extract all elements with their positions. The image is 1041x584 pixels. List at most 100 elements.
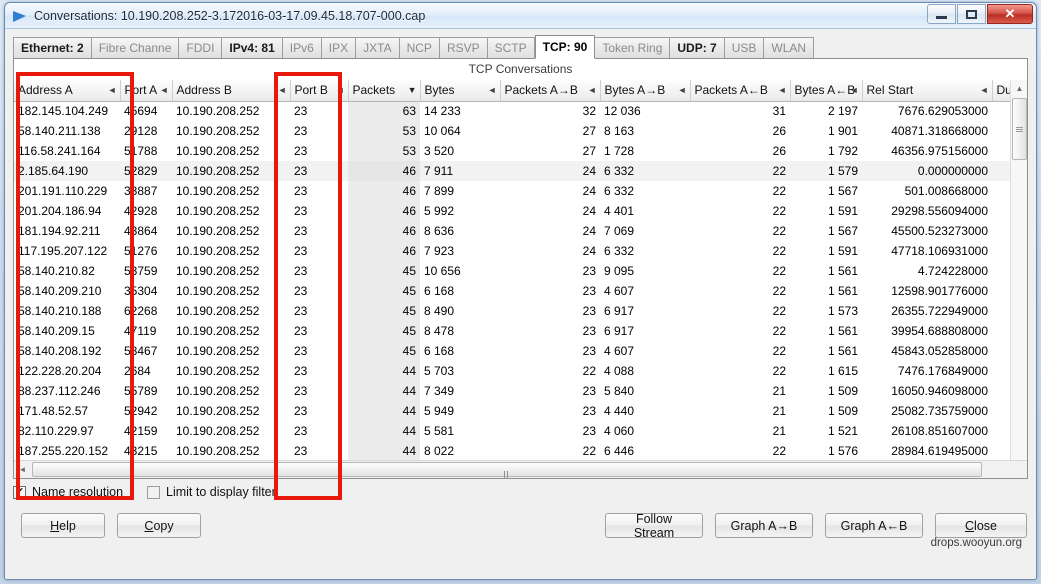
scroll-up-icon[interactable]: ▲ [1011, 80, 1027, 97]
table-horizontal-scrollbar[interactable]: ◄ [14, 460, 1027, 478]
cell-bytes_ba: 1 561 [827, 344, 858, 358]
cell-packets_ba: 26 [772, 124, 786, 138]
table-row[interactable]: 58.140.209.210 35304 10.190.208.252 23 45 6 1… [14, 281, 1027, 301]
cell-packets: 44 [348, 441, 420, 461]
table-row[interactable]: 116.58.241.164 51788 10.190.208.252 23 53 3 5… [14, 141, 1027, 161]
tab-wlan[interactable]: WLAN [764, 37, 815, 58]
cell-rel_start: 12598.901776000 [891, 284, 988, 298]
cell-bytes: 8 478 [424, 324, 455, 338]
column-header-port_b[interactable]: Port B ◄ [290, 80, 349, 102]
tab-usb[interactable]: USB [724, 37, 765, 58]
grid-wrapper: Address A ◄ Port A ◄ Address B ◄ Port B ◄ Packet… [14, 80, 1027, 478]
column-header-bytes_ab[interactable]: Bytes A→B ◄ [600, 80, 691, 102]
column-header-address_a[interactable]: Address A ◄ [14, 80, 121, 102]
vertical-scroll-thumb[interactable] [1012, 98, 1027, 160]
tab-fibre-channe[interactable]: Fibre Channe [91, 37, 180, 58]
cell-port_b: 23 [290, 161, 348, 181]
tab-token-ring[interactable]: Token Ring [595, 37, 671, 58]
graph-a-to-b-button[interactable]: Graph A→B [715, 513, 813, 538]
table-row[interactable]: 117.195.207.122 51276 10.190.208.252 23 46 7 … [14, 241, 1027, 261]
cell-address_a: 117.195.207.122 [18, 244, 108, 258]
table-row[interactable]: 58.140.210.82 53759 10.190.208.252 23 45 10 6… [14, 261, 1027, 281]
tab-ipv4-81[interactable]: IPv4: 81 [222, 37, 283, 58]
checkbox-box-unchecked[interactable] [147, 485, 161, 499]
table-row[interactable]: 182.145.104.249 45694 10.190.208.252 23 63 14… [14, 101, 1027, 121]
table-row[interactable]: 58.140.210.188 62268 10.190.208.252 23 45 8 4… [14, 301, 1027, 321]
column-header-packets_ab[interactable]: Packets A→B ◄ [500, 80, 601, 102]
sort-ascending-icon: ◄ [277, 85, 287, 96]
table-row[interactable]: 58.140.209.15 47119 10.190.208.252 23 45 8 47… [14, 321, 1027, 341]
cell-packets_ab: 23 [582, 384, 596, 398]
name-resolution-label: Name resolution [32, 485, 124, 499]
cell-port_b: 23 [294, 304, 308, 318]
scroll-left-icon[interactable]: ◄ [14, 461, 31, 478]
minimize-button[interactable] [927, 4, 956, 24]
column-header-port_a[interactable]: Port A ◄ [120, 80, 173, 102]
cell-address_b: 10.190.208.252 [176, 244, 260, 258]
close-dialog-button[interactable]: Close [935, 513, 1027, 538]
column-header-label: Bytes A←B [794, 83, 856, 98]
conversations-panel: TCP Conversations Address A ◄ Port A ◄ Addre… [13, 59, 1028, 479]
cell-address_b: 10.190.208.252 [176, 324, 260, 338]
column-header-rel_start[interactable]: Rel Start ◄ [862, 80, 993, 102]
cell-rel_start: 4.724228000 [917, 264, 988, 278]
tab-tcp-90[interactable]: TCP: 90 [534, 35, 596, 59]
column-header-packets_ba[interactable]: Packets A←B ◄ [690, 80, 791, 102]
cell-port_a: 47119 [124, 324, 157, 338]
tab-ncp[interactable]: NCP [399, 37, 440, 58]
tab-jxta[interactable]: JXTA [356, 37, 400, 58]
table-row[interactable]: 201.204.186.94 42928 10.190.208.252 23 46 5 9… [14, 201, 1027, 221]
scroll-right-icon[interactable] [1026, 461, 1027, 478]
cell-bytes_ab: 12 036 [604, 104, 641, 119]
cell-port_b: 23 [294, 444, 308, 458]
table-row[interactable]: 58.140.208.192 58467 10.190.208.252 23 45 6 1… [14, 341, 1027, 361]
tab-rsvp[interactable]: RSVP [439, 37, 488, 58]
help-button[interactable]: Help [21, 513, 105, 538]
cell-packets: 46 [348, 221, 420, 241]
table-row[interactable]: 2.185.64.190 52829 10.190.208.252 23 46 7 911… [14, 161, 1027, 181]
cell-packets_ba: 21 [772, 404, 786, 418]
table-row[interactable]: 122.228.20.204 2684 10.190.208.252 23 44 5 70… [14, 361, 1027, 381]
column-header-packets[interactable]: Packets ▼ [348, 80, 421, 102]
table-row[interactable]: 187.255.220.152 43215 10.190.208.252 23 44 8 … [14, 441, 1027, 461]
cell-packets_ab: 23 [582, 264, 596, 278]
cell-bytes_ba: 1 579 [790, 161, 862, 181]
table-vertical-scrollbar[interactable]: ▲ ▼ [1010, 80, 1027, 472]
column-header-bytes[interactable]: Bytes ◄ [420, 80, 501, 102]
cell-packets_ab: 23 [582, 424, 596, 438]
cell-port_b: 23 [294, 224, 308, 238]
cell-bytes: 10 656 [424, 264, 461, 278]
table-row[interactable]: 171.48.52.57 52942 10.190.208.252 23 44 5 949… [14, 401, 1027, 421]
cell-packets_ab: 24 [582, 244, 596, 258]
copy-button[interactable]: Copy [117, 513, 201, 538]
tab-sctp[interactable]: SCTP [487, 37, 535, 58]
follow-stream-button[interactable]: Follow Stream [605, 512, 703, 540]
column-header-label: Port A [124, 83, 158, 98]
cell-bytes: 5 992 [424, 204, 455, 218]
checkbox-box-checked[interactable]: ✔ [13, 485, 26, 499]
horizontal-scroll-thumb[interactable] [32, 462, 982, 478]
tab-ipv6[interactable]: IPv6 [282, 37, 322, 58]
table-row[interactable]: 181.194.92.211 43864 10.190.208.252 23 46 8 6… [14, 221, 1027, 241]
cell-packets_ba: 22 [772, 204, 786, 218]
close-window-button[interactable]: ✕ [987, 4, 1033, 24]
tab-ipx[interactable]: IPX [321, 37, 357, 58]
table-row[interactable]: 88.237.112.246 55789 10.190.208.252 23 44 7 3… [14, 381, 1027, 401]
tab-fddi[interactable]: FDDI [179, 37, 223, 58]
table-row[interactable]: 58.140.211.138 29128 10.190.208.252 23 53 10 … [14, 121, 1027, 141]
column-header-address_b[interactable]: Address B ◄ [172, 80, 291, 102]
column-header-bytes_ba[interactable]: Bytes A←B ◄ [790, 80, 863, 102]
graph-b-to-a-button[interactable]: Graph A←B [825, 513, 923, 538]
cell-packets_ba: 22 [772, 364, 786, 378]
tab-ethernet-2[interactable]: Ethernet: 2 [13, 37, 92, 58]
cell-packets: 44 [348, 421, 420, 441]
cell-rel_start: 46356.975156000 [891, 144, 988, 158]
maximize-button[interactable] [957, 4, 986, 24]
table-row[interactable]: 201.191.110.229 33887 10.190.208.252 23 46 7 … [14, 181, 1027, 201]
limit-to-display-filter-checkbox[interactable]: Limit to display filter [147, 485, 276, 499]
cell-bytes_ba: 1 615 [827, 364, 858, 378]
tab-udp-7[interactable]: UDP: 7 [670, 37, 725, 58]
cell-rel_start: 26355.722949000 [891, 304, 988, 318]
name-resolution-checkbox[interactable]: ✔ Name resolution [13, 485, 123, 499]
table-row[interactable]: 82.110.229.97 42159 10.190.208.252 23 44 5 58… [14, 421, 1027, 441]
